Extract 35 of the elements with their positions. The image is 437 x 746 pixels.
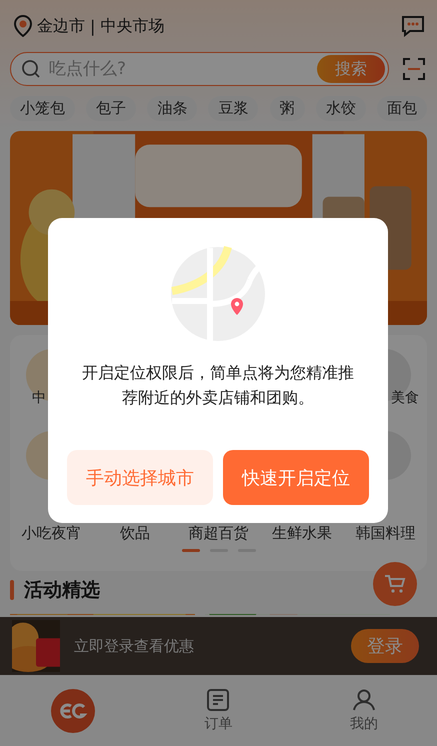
person-icon <box>353 688 376 710</box>
category-label[interactable]: 韩国料理 <box>355 524 416 543</box>
category-label[interactable]: 中 <box>10 389 46 419</box>
document-icon <box>207 688 230 710</box>
keyword-chip[interactable]: 豆浆 <box>208 96 258 121</box>
category-label[interactable]: 饮品 <box>120 524 150 543</box>
category-label[interactable]: 商超百货 <box>188 524 248 543</box>
keyword-chip[interactable]: 油条 <box>147 96 198 121</box>
enable-location-button[interactable]: 快速开启定位 <box>223 450 369 505</box>
message-icon[interactable] <box>401 15 425 37</box>
home-tab[interactable] <box>50 688 95 732</box>
keyword-chip[interactable]: 小笼包 <box>10 96 75 121</box>
keyword-chip[interactable]: 面包 <box>376 96 427 121</box>
scan-icon[interactable] <box>403 58 425 80</box>
login-prompt: 立即登录查看优惠 <box>74 636 195 656</box>
keyword-chip[interactable]: 水饺 <box>316 96 366 121</box>
city-name[interactable]: 金边市 <box>37 16 85 36</box>
separator: | <box>90 16 96 36</box>
dialog-message: 开启定位权限后，简单点将为您精准推荐附近的外卖店铺和团购。 <box>81 362 355 409</box>
keyword-chip[interactable]: 包子 <box>86 96 136 121</box>
market-name[interactable]: 中央市场 <box>100 16 164 36</box>
choose-city-button[interactable]: 手动选择城市 <box>67 450 213 505</box>
logo-icon <box>50 688 95 732</box>
accent-bar <box>10 580 14 600</box>
map-pin-icon <box>170 246 266 342</box>
cart-icon <box>384 574 406 594</box>
keyword-chip[interactable]: 粥 <box>270 96 305 121</box>
section-title: 活动精选 <box>24 578 100 603</box>
category-label[interactable]: 小吃夜宵 <box>22 524 82 543</box>
profile-tab[interactable]: 我的 <box>350 688 378 732</box>
category-label[interactable]: 美食 <box>391 389 427 419</box>
orders-tab[interactable]: 订单 <box>204 688 232 732</box>
search-icon <box>21 59 41 79</box>
category-label[interactable]: 生鲜水果 <box>272 524 332 543</box>
location-pin-icon <box>14 15 32 37</box>
